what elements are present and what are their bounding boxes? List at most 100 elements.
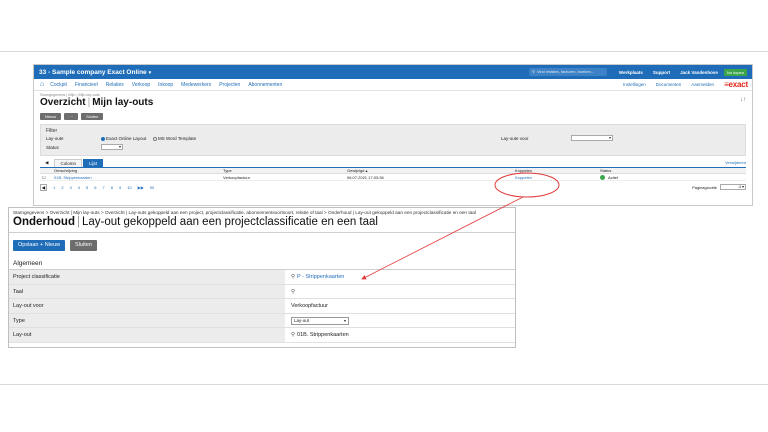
nav-item-inkoop[interactable]: Inkoop xyxy=(158,82,173,88)
pager-next[interactable]: ▶▶ xyxy=(138,185,144,190)
table-row: ☐ 01B. Strippenkaarten Verkoopfactuur 06… xyxy=(40,174,746,181)
row-description-link[interactable]: 01B. Strippenkaarten xyxy=(54,174,92,181)
detail-toolbar: Opslaan + Nieuw Sluiten xyxy=(9,233,515,251)
section-algemeen: Algemeen xyxy=(9,253,515,270)
field-taal: Taal ⚲ xyxy=(9,284,515,300)
close-button[interactable]: Sluiten xyxy=(81,113,104,120)
row-checkbox[interactable]: ☐ xyxy=(42,174,46,181)
pager-last[interactable]: 90 xyxy=(150,185,154,190)
row-date: 06.07.2021 17:03:36 xyxy=(347,175,384,180)
pager-page[interactable]: 5 xyxy=(86,185,88,190)
detail-form: Project classificatie ⚲ P - Strippenkaart… xyxy=(9,270,515,343)
nav-item-cockpit[interactable]: Cockpit xyxy=(50,82,67,88)
lookup-icon[interactable]: ⚲ xyxy=(291,332,295,338)
nav-item-verkoop[interactable]: Verkoop xyxy=(132,82,150,88)
project-classificatie-value[interactable]: ⚲ P - Strippenkaarten xyxy=(291,274,344,280)
nav-item-medewerkers[interactable]: Medewerkers xyxy=(181,82,211,88)
layout-value[interactable]: ⚲ 01B. Strippenkaarten xyxy=(291,332,349,338)
pager-page[interactable]: 4 xyxy=(78,185,80,190)
detail-window: Stamgegevens > Overzicht | Mijn lay-outs… xyxy=(8,207,516,348)
detail-title-left: Onderhoud xyxy=(13,216,75,228)
toolbar: Nieuw ··· Sluiten xyxy=(34,108,752,120)
new-button[interactable]: Nieuw xyxy=(40,113,62,120)
lookup-icon[interactable]: ⚲ xyxy=(291,289,295,295)
detail-title-right: Lay-out gekoppeld aan een projectclassif… xyxy=(81,216,378,228)
top-bar: 33 - Sample company Exact Online ▾ ⚲ Vind … xyxy=(34,65,752,79)
radio-exact-layout[interactable]: Exact Online Layout xyxy=(101,136,146,141)
detail-close-button[interactable]: Sluiten xyxy=(70,240,97,251)
app-window: 33 - Sample company Exact Online ▾ ⚲ Vind … xyxy=(33,64,753,206)
pager-page[interactable]: 9 xyxy=(119,185,121,190)
filter-panel: Filter Lay-oute Exact Online Layout MS W… xyxy=(40,124,746,156)
user-name[interactable]: Jack Vandenhove xyxy=(680,70,718,75)
pager-page[interactable]: 7 xyxy=(102,185,104,190)
search-icon: ⚲ xyxy=(531,69,535,74)
tab-collapse-icon[interactable]: ◀ xyxy=(40,159,54,167)
remove-link[interactable]: Verwijderen xyxy=(725,160,746,165)
pager-first[interactable]: ◀ xyxy=(40,183,48,191)
main-nav: ⌂ Cockpit Financieel Relaties Verkoop In… xyxy=(34,79,752,91)
field-label: Lay-out voor xyxy=(9,299,285,313)
row-type: Verkoopfactuur xyxy=(223,175,250,180)
title-separator: | xyxy=(76,216,80,228)
page-size-select[interactable]: 4 ▾ xyxy=(720,184,746,190)
save-new-button[interactable]: Opslaan + Nieuw xyxy=(13,240,66,251)
page-size-label: Paginagrootte xyxy=(692,184,717,190)
pager-page[interactable]: 6 xyxy=(94,185,96,190)
detail-title: Onderhoud | Lay-out gekoppeld aan een proj… xyxy=(9,215,515,228)
field-label: Type xyxy=(9,313,285,328)
nav-item-relaties[interactable]: Relaties xyxy=(106,82,124,88)
status-active-icon xyxy=(600,175,605,181)
nav-right-documenten[interactable]: Documenten xyxy=(656,82,682,87)
taal-value[interactable]: ⚲ xyxy=(291,289,297,295)
company-selector[interactable]: 33 - Sample company Exact Online ▾ xyxy=(39,69,151,76)
top-link-werkplaats[interactable]: Werkplaats xyxy=(619,70,643,75)
view-tabs: ◀ Colomn Lijst Verwijderen xyxy=(40,159,746,168)
pager-page[interactable]: 10 xyxy=(127,185,131,190)
filter-title: Filter xyxy=(46,128,58,134)
more-button[interactable]: ··· xyxy=(64,113,79,120)
field-layout-voor: Lay-out voor Verkoopfactuur xyxy=(9,299,515,314)
nav-item-abonnementen[interactable]: Abonnementen xyxy=(248,82,282,88)
layout-voor-label: Lay-oute voor xyxy=(501,136,529,141)
top-link-support[interactable]: Support xyxy=(653,70,670,75)
search-input[interactable]: ⚲ Vind relaties, facturen, boeken... xyxy=(528,68,607,76)
pager-page[interactable]: 3 xyxy=(70,185,72,190)
row-koppelen-link[interactable]: Koppelen xyxy=(515,174,532,181)
pager-page[interactable]: 1 xyxy=(53,185,55,190)
page-title-right: Mijn lay-outs xyxy=(92,97,154,108)
nav-right-aanmelden[interactable]: Aanmelden xyxy=(691,82,714,87)
nav-item-financieel[interactable]: Financieel xyxy=(75,82,98,88)
layout-voor-select[interactable]: ▾ xyxy=(571,135,613,141)
field-label: Taal xyxy=(9,284,285,299)
radio-off-icon xyxy=(153,136,157,141)
page-title-left: Overzicht xyxy=(40,97,86,108)
field-project-classificatie: Project classificatie ⚲ P - Strippenkaart… xyxy=(9,270,515,285)
pager-page[interactable]: 2 xyxy=(61,185,63,190)
chevron-down-icon: ▾ xyxy=(343,317,346,323)
buy-now-badge[interactable]: Nu kopen xyxy=(723,68,747,76)
field-label: Project classificatie xyxy=(9,270,285,284)
home-icon[interactable]: ⌂ xyxy=(40,81,44,88)
sort-icon[interactable]: ↓↑ xyxy=(740,97,746,108)
field-layout: Lay-out ⚲ 01B. Strippenkaarten xyxy=(9,328,515,343)
tab-lijst[interactable]: Lijst xyxy=(82,159,103,167)
pager-page[interactable]: 8 xyxy=(111,185,113,190)
type-select[interactable]: Lay-out ▾ xyxy=(291,316,349,325)
tab-colomn[interactable]: Colomn xyxy=(54,159,82,167)
lookup-icon[interactable]: ⚲ xyxy=(291,274,295,280)
stage: 33 - Sample company Exact Online ▾ ⚲ Vind … xyxy=(0,0,768,432)
chevron-down-icon: ▾ xyxy=(148,69,152,76)
exact-logo: ≡exact xyxy=(724,80,748,89)
layout-voor-value: Verkoopfactuur xyxy=(291,303,328,310)
nav-right-instellingen[interactable]: Instellingen xyxy=(623,82,646,87)
nav-item-projecten[interactable]: Projecten xyxy=(219,82,240,88)
status-select[interactable]: ▾ xyxy=(101,144,123,150)
layout-label: Lay-oute xyxy=(46,136,64,141)
radio-word-template[interactable]: MS Word Template xyxy=(153,136,196,141)
status-label: Status xyxy=(46,145,59,150)
title-separator: | xyxy=(87,97,91,108)
detail-breadcrumb[interactable]: Stamgegevens > Overzicht | Mijn lay-outs… xyxy=(9,208,515,215)
radio-on-icon xyxy=(101,136,105,141)
pager: ◀ 1 2 3 4 5 6 7 8 9 10 ▶▶ 90 Paginagroot… xyxy=(40,183,746,191)
